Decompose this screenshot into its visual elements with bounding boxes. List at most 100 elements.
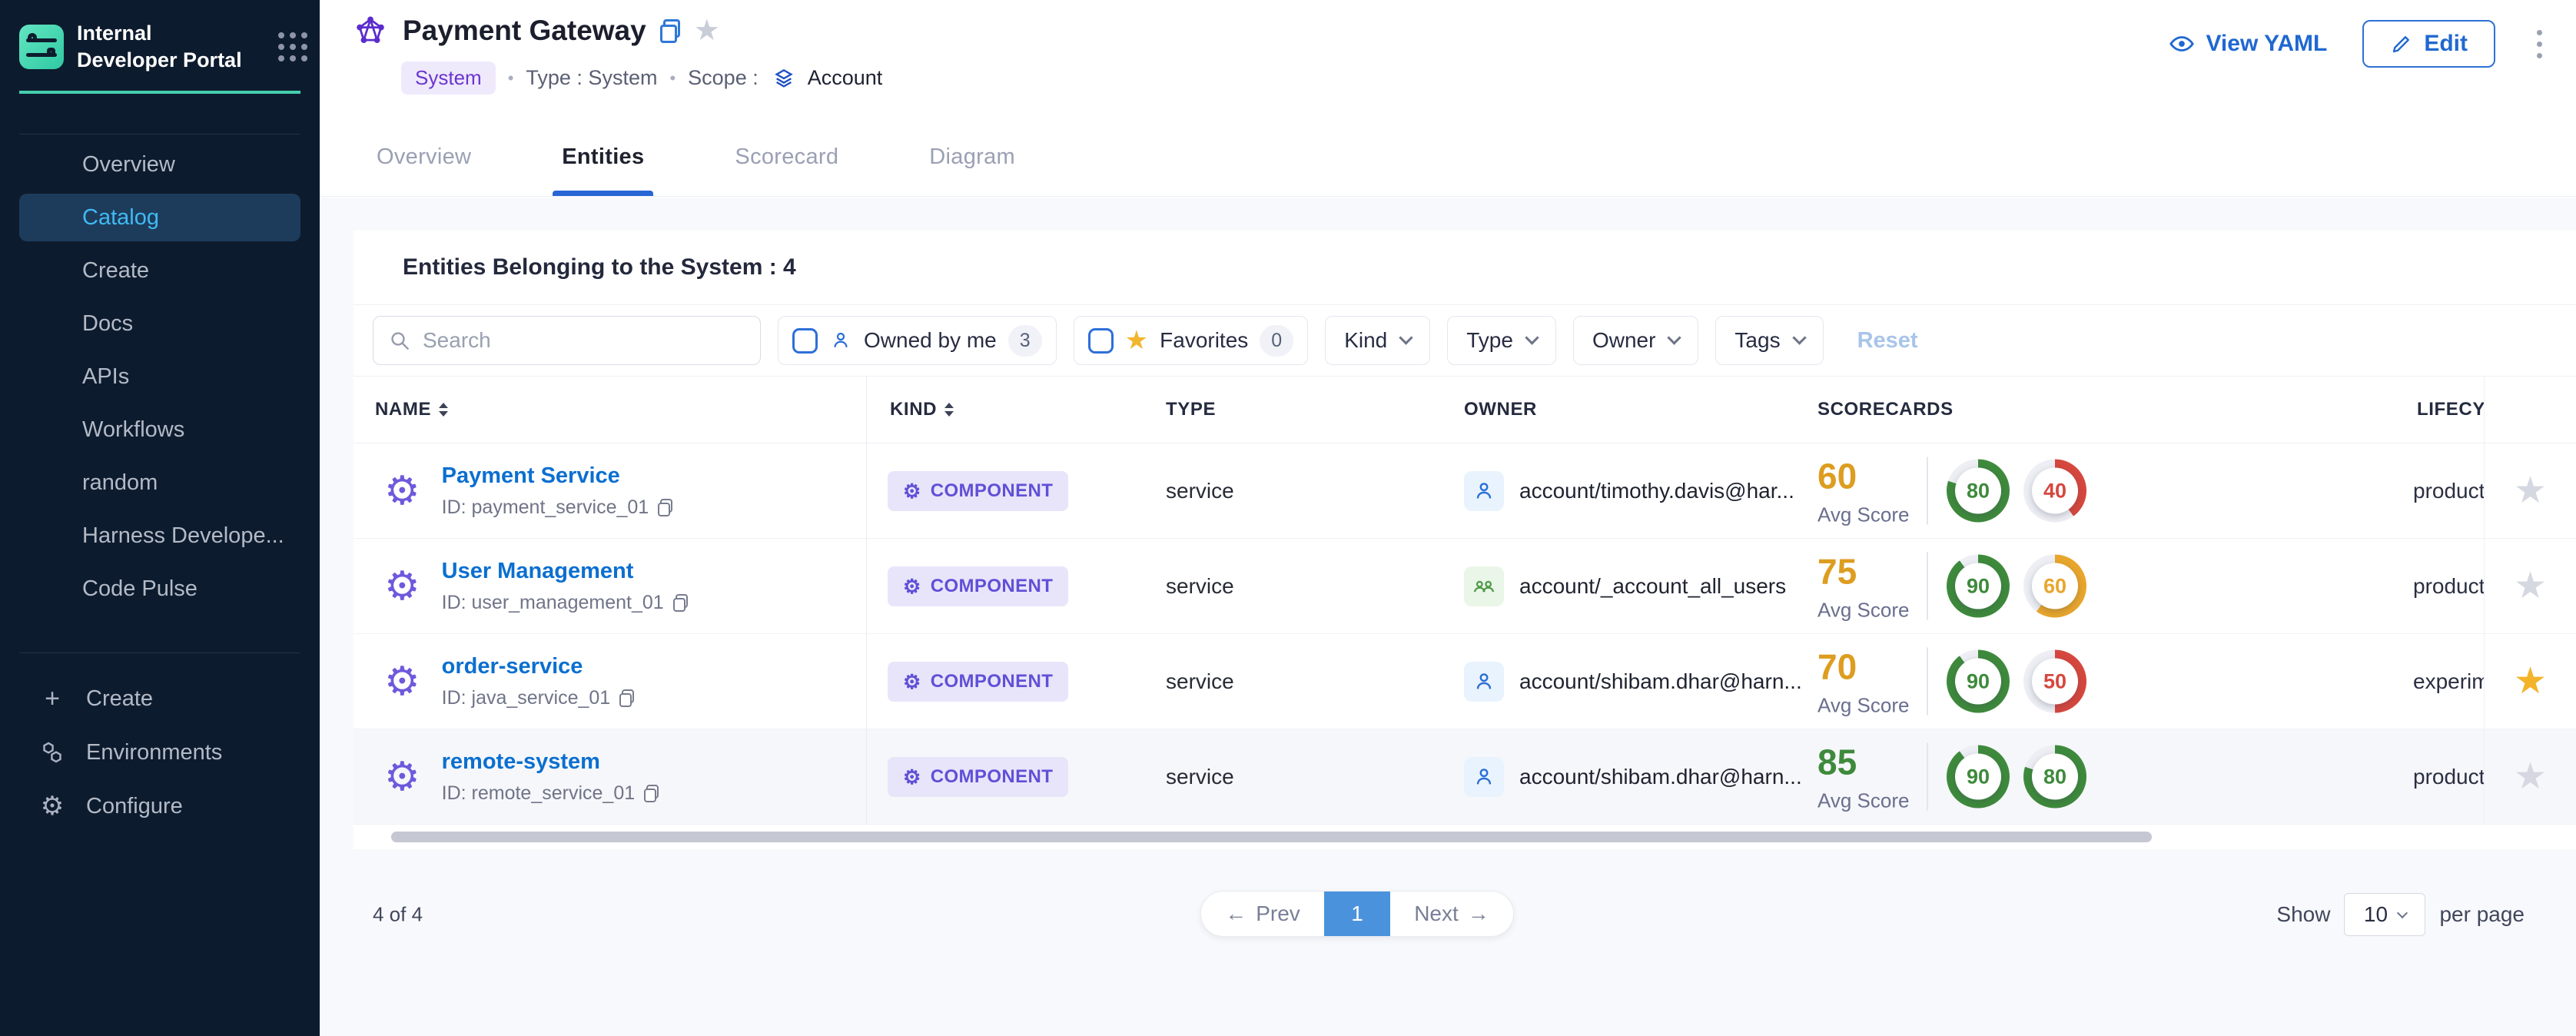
chevron-down-icon xyxy=(1399,330,1413,344)
sidebar-item-harness-developer[interactable]: Harness Develope... xyxy=(19,512,300,560)
owner-name: account/timothy.davis@har... xyxy=(1519,479,1794,503)
edit-button[interactable]: Edit xyxy=(2362,20,2495,68)
sidebar-item-create[interactable]: Create xyxy=(19,247,300,294)
gear-icon: ⚙ xyxy=(38,791,66,822)
entity-name-link[interactable]: remote-system xyxy=(442,749,659,775)
lifecycle-cell: experimental xyxy=(2413,669,2487,694)
person-icon xyxy=(829,329,852,352)
favorite-page-star-icon[interactable]: ★ xyxy=(694,16,720,45)
tab-bar: Overview Entities Scorecard Diagram xyxy=(377,118,1015,196)
column-header-kind[interactable]: KIND xyxy=(890,399,954,420)
lifecycle-cell: production xyxy=(2413,574,2487,599)
tags-filter-dropdown[interactable]: Tags xyxy=(1715,316,1823,365)
sidebar-item-label: Create xyxy=(86,686,153,712)
copy-id-icon[interactable] xyxy=(673,594,688,612)
sidebar-item-create-bottom[interactable]: + Create xyxy=(0,672,320,726)
module-switcher-icon[interactable] xyxy=(278,32,307,61)
avg-score-label: Avg Score xyxy=(1817,693,1913,717)
tab-entities[interactable]: Entities xyxy=(562,118,644,196)
sort-icon[interactable] xyxy=(944,403,954,417)
owned-by-me-filter[interactable]: Owned by me 3 xyxy=(778,316,1057,365)
avg-score-value: 85 xyxy=(1817,741,1913,782)
page-number-button[interactable]: 1 xyxy=(1324,892,1390,936)
favorites-count: 0 xyxy=(1260,325,1293,357)
dot-separator: • xyxy=(508,68,514,88)
owned-by-me-checkbox[interactable] xyxy=(792,328,818,354)
sort-icon[interactable] xyxy=(439,403,448,417)
favorite-star-icon[interactable]: ★ xyxy=(2485,443,2576,539)
sidebar-item-overview[interactable]: Overview xyxy=(19,141,300,188)
sidebar-item-configure[interactable]: ⚙ Configure xyxy=(0,779,320,833)
kind-label: COMPONENT xyxy=(931,671,1054,692)
kind-label: COMPONENT xyxy=(931,576,1054,597)
sidebar-item-apis[interactable]: APIs xyxy=(19,353,300,400)
left-arrow-icon: ← xyxy=(1225,902,1247,926)
kind-cell: ⚙ COMPONENT xyxy=(888,662,1068,702)
owned-by-me-count: 3 xyxy=(1008,325,1042,357)
sidebar-item-workflows[interactable]: Workflows xyxy=(19,406,300,453)
tab-scorecard[interactable]: Scorecard xyxy=(735,118,838,196)
table-header-row: NAME KIND TYPE OWNER SCORECARDS LIFECYCL… xyxy=(354,377,2576,443)
entity-name-link[interactable]: order-service xyxy=(442,654,635,679)
search-input[interactable] xyxy=(423,328,746,353)
copy-title-icon[interactable] xyxy=(660,19,680,43)
page-size-select[interactable]: 10 xyxy=(2344,893,2425,936)
reset-filters-button[interactable]: Reset xyxy=(1857,328,1918,354)
entity-name-link[interactable]: User Management xyxy=(442,559,688,584)
favorites-sticky-column: ★★★★ xyxy=(2484,377,2576,825)
sidebar-item-docs[interactable]: Docs xyxy=(19,300,300,347)
column-header-name[interactable]: NAME xyxy=(375,399,448,420)
kind-cell: ⚙ COMPONENT xyxy=(888,471,1068,511)
prev-page-button[interactable]: ← Prev xyxy=(1201,892,1324,936)
main-area: Payment Gateway ★ System • Type : System… xyxy=(320,0,2576,1036)
sidebar-item-random[interactable]: random xyxy=(19,459,300,506)
horizontal-scrollbar[interactable] xyxy=(391,832,2152,842)
next-page-button[interactable]: Next → xyxy=(1390,892,1513,936)
scorecards-cell: 85 Avg Score 9080 xyxy=(1817,741,2086,812)
avg-score-label: Avg Score xyxy=(1817,789,1913,812)
copy-id-icon[interactable] xyxy=(658,499,672,516)
score-divider xyxy=(1927,743,1928,811)
table-body: ⚙ Payment Service ID: payment_service_01… xyxy=(354,443,2576,825)
name-cell: ⚙ Payment Service ID: payment_service_01 xyxy=(384,463,672,519)
kind-badge: ⚙ COMPONENT xyxy=(888,757,1068,797)
sidebar-item-label: Environments xyxy=(86,740,222,765)
page-size-value: 10 xyxy=(2364,902,2388,927)
copy-id-icon[interactable] xyxy=(644,785,659,802)
owner-avatar-icon xyxy=(1464,757,1504,797)
harness-idp-logo-icon[interactable] xyxy=(19,25,64,69)
show-label: Show xyxy=(2276,902,2330,927)
entity-name-link[interactable]: Payment Service xyxy=(442,463,673,489)
column-label: NAME xyxy=(375,399,431,420)
scorecard-ring: 60 xyxy=(2023,555,2086,618)
type-filter-dropdown[interactable]: Type xyxy=(1447,316,1556,365)
view-yaml-button[interactable]: View YAML xyxy=(2169,31,2327,57)
sidebar-item-catalog[interactable]: Catalog xyxy=(19,194,300,241)
lifecycle-cell: production xyxy=(2413,479,2487,503)
owner-filter-dropdown[interactable]: Owner xyxy=(1573,316,1698,365)
column-divider xyxy=(866,377,867,825)
copy-id-icon[interactable] xyxy=(619,689,634,707)
sidebar-bottom: + Create Environments ⚙ Configure xyxy=(0,653,320,833)
scorecard-rings: 9050 xyxy=(1947,650,2086,713)
chevron-down-icon xyxy=(2397,908,2408,918)
more-options-kebab-icon[interactable] xyxy=(2531,24,2548,65)
brand-divider xyxy=(19,91,300,94)
sidebar-item-environments[interactable]: Environments xyxy=(0,726,320,779)
chevron-down-icon xyxy=(1668,330,1681,344)
scorecard-ring: 40 xyxy=(2023,460,2086,523)
tab-diagram[interactable]: Diagram xyxy=(929,118,1015,196)
favorites-checkbox[interactable] xyxy=(1088,328,1114,354)
gear-icon: ⚙ xyxy=(903,672,921,692)
avg-score-value: 70 xyxy=(1817,646,1913,687)
favorite-star-icon[interactable]: ★ xyxy=(2485,729,2576,825)
favorite-star-icon[interactable]: ★ xyxy=(2485,539,2576,634)
tab-overview[interactable]: Overview xyxy=(377,118,471,196)
kind-badge: ⚙ COMPONENT xyxy=(888,566,1068,606)
kind-filter-dropdown[interactable]: Kind xyxy=(1325,316,1430,365)
favorites-filter[interactable]: ★ Favorites 0 xyxy=(1074,316,1309,365)
result-count: 4 of 4 xyxy=(373,903,423,927)
sidebar-item-code-pulse[interactable]: Code Pulse xyxy=(19,565,300,613)
owner-cell: account/shibam.dhar@harn... xyxy=(1464,757,1802,797)
favorite-star-icon[interactable]: ★ xyxy=(2485,634,2576,729)
